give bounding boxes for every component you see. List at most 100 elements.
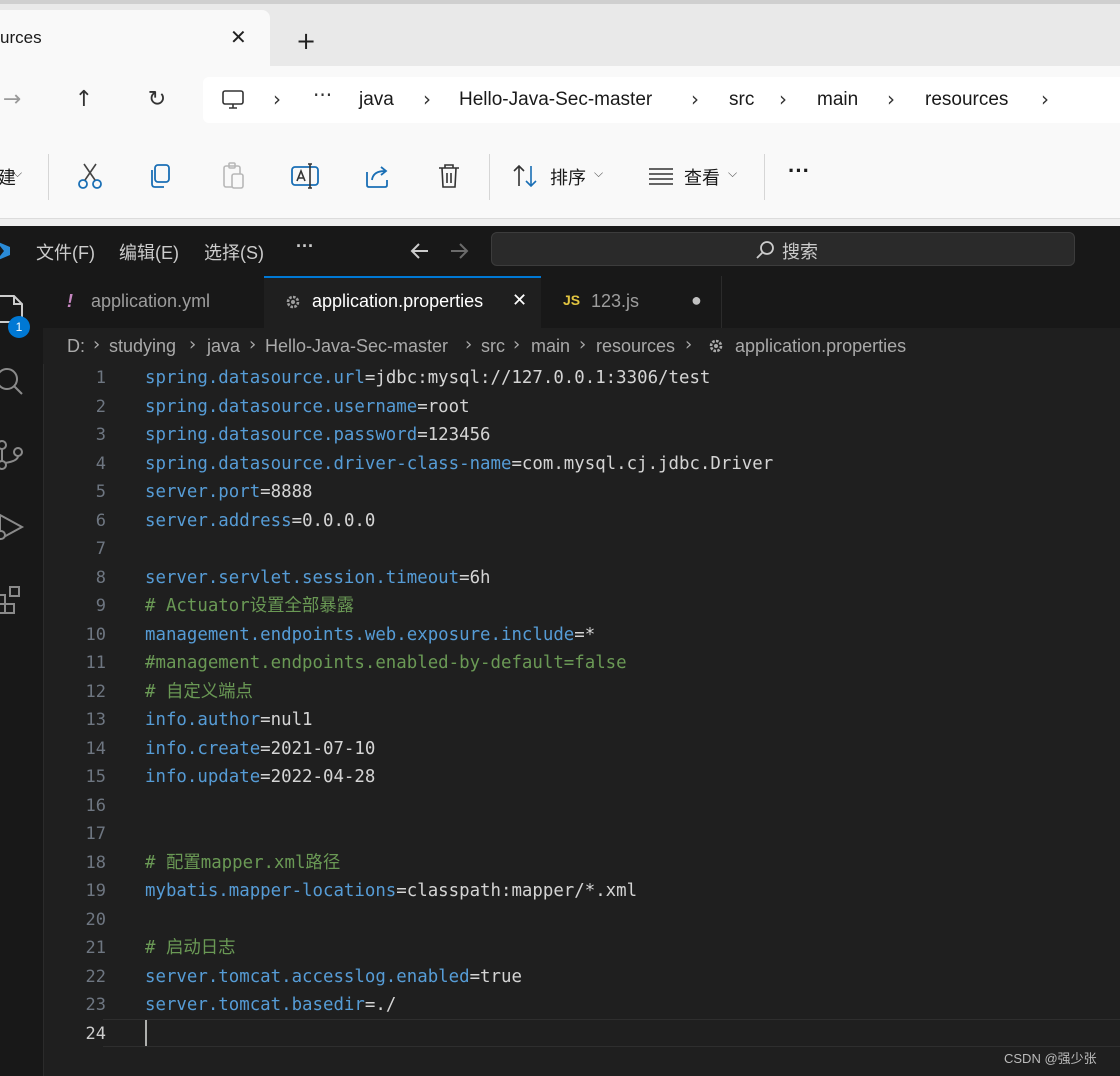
arrow-right-icon[interactable] [447,240,471,262]
code-line[interactable]: 19 mybatis.mapper-locations=classpath:map… [43,877,1120,905]
comment: #management.endpoints.enabled-by-default… [145,653,627,673]
line-content: info.author=nul1 [145,706,313,734]
code-line[interactable]: 12 # 自定义端点 [43,678,1120,706]
explorer-tab-resources[interactable]: urces ✕ [0,10,270,72]
code-line[interactable]: 2 spring.datasource.username=root [43,393,1120,421]
activity-bar: 1 [0,276,44,1076]
cut-icon[interactable] [72,158,108,194]
arrow-left-icon[interactable] [408,240,432,262]
delete-icon[interactable] [431,158,467,194]
run-debug-icon[interactable] [0,510,26,544]
code-editor[interactable]: 1 spring.datasource.url=jdbc:mysql://127.… [43,364,1120,1076]
menu-selection[interactable]: 选择(S) [204,239,264,265]
see-more-button[interactable]: ··· [788,158,810,184]
property-key: info.update [145,767,261,787]
tab-application-yml[interactable]: ! application.yml [43,276,265,328]
tab-label: application.properties [312,291,484,311]
code-line[interactable]: 14 info.create=2021-07-10 [43,735,1120,763]
rename-icon[interactable] [287,158,323,194]
property-value: =123456 [417,425,491,445]
code-line[interactable]: 9 # Actuator设置全部暴露 [43,592,1120,620]
forward-arrow-icon[interactable]: → [0,82,30,118]
sort-icon[interactable] [508,158,544,194]
close-icon[interactable]: ✕ [230,25,247,49]
line-number: 24 [85,1023,106,1044]
search-sidebar-icon[interactable] [0,364,26,398]
code-line[interactable]: 11 #management.endpoints.enabled-by-defau… [43,649,1120,677]
code-line[interactable]: 20 [43,906,1120,934]
explorer-tab-title: urces [0,28,42,47]
breadcrumb-main[interactable]: main [531,336,570,357]
line-content: server.tomcat.basedir=./ [145,991,396,1019]
property-key: spring.datasource.password [145,425,418,445]
code-line[interactable]: 10 management.endpoints.web.exposure.incl… [43,621,1120,649]
command-center-search[interactable]: 搜索 [491,232,1075,266]
property-value: =6h [459,567,491,588]
code-line[interactable]: 21 # 启动日志 [43,934,1120,962]
code-line[interactable]: 3 spring.datasource.password=123456 [43,421,1120,449]
vscode-logo-icon [0,242,10,260]
code-line[interactable]: 15 info.update=2022-04-28 [43,763,1120,791]
menu-edit[interactable]: 编辑(E) [119,239,179,265]
address-bar[interactable]: › ··· java › Hello-Java-Sec-master › src… [203,77,1120,123]
chevron-right-icon: › [465,334,473,355]
code-line[interactable]: 13 info.author=nul1 [43,706,1120,734]
code-line[interactable]: 22 server.tomcat.accesslog.enabled=true [43,963,1120,991]
watermark: CSDN @强少张 [1004,1051,1097,1066]
tab-application-properties[interactable]: application.properties ✕ [264,276,541,328]
menu-more-button[interactable]: ··· [296,236,314,257]
view-button[interactable]: 查看 [684,164,720,190]
toolbar-divider [489,154,490,200]
breadcrumb-d-drive[interactable]: D: [67,336,85,357]
breadcrumb-application-properties[interactable]: application.properties [735,336,906,357]
breadcrumb-studying[interactable]: studying [109,336,176,357]
line-number: 20 [85,909,106,930]
refresh-icon[interactable]: ↻ [139,82,175,118]
close-icon[interactable]: ✕ [512,290,527,311]
breadcrumb-resources[interactable]: resources [925,89,1008,111]
chevron-right-icon: › [249,334,257,355]
chevron-right-icon: › [579,334,587,355]
code-line[interactable]: 5 server.port=8888 [43,478,1120,506]
sort-button[interactable]: 排序 [550,164,586,190]
breadcrumb-hello-java-sec-master[interactable]: Hello-Java-Sec-master [265,336,448,357]
copy-icon[interactable] [143,158,179,194]
tab-123-js[interactable]: JS 123.js ● [541,276,722,328]
code-line[interactable]: 6 server.address=0.0.0.0 [43,507,1120,535]
code-line[interactable]: 7 [43,535,1120,563]
code-line[interactable]: 8 server.servlet.session.timeout=6h [43,564,1120,592]
line-number: 16 [85,795,106,816]
view-icon[interactable] [643,158,679,194]
code-line[interactable]: 17 [43,820,1120,848]
line-content: info.update=2022-04-28 [145,763,375,791]
javascript-file-icon: JS [563,292,581,308]
line-content: spring.datasource.driver-class-name=com.… [145,450,773,478]
line-number: 10 [85,624,106,645]
unsaved-dot-icon[interactable]: ● [691,290,702,311]
breadcrumb-java[interactable]: java [359,89,394,111]
menu-file[interactable]: 文件(F) [36,239,95,265]
chevron-down-icon: ⌵ [594,166,604,180]
breadcrumb-src[interactable]: src [729,89,754,111]
new-tab-button[interactable]: + [296,28,316,54]
extensions-icon[interactable] [0,582,26,616]
share-icon[interactable] [359,158,395,194]
up-arrow-icon[interactable]: ↑ [66,82,102,118]
line-content: spring.datasource.password=123456 [145,421,491,449]
editor-breadcrumbs: D: › studying › java › Hello-Java-Sec-ma… [43,328,1120,364]
code-line[interactable]: 16 [43,792,1120,820]
breadcrumb-hello-java-sec-master[interactable]: Hello-Java-Sec-master [459,89,652,111]
breadcrumb-main[interactable]: main [817,89,858,111]
code-line[interactable]: 4 spring.datasource.driver-class-name=com… [43,450,1120,478]
line-number: 17 [85,824,106,844]
code-line[interactable]: 24 [43,1020,1120,1048]
breadcrumb-src[interactable]: src [481,336,505,357]
paste-icon[interactable] [215,158,251,194]
code-line[interactable]: 1 spring.datasource.url=jdbc:mysql://127.… [43,364,1120,392]
code-line[interactable]: 23 server.tomcat.basedir=./ [43,991,1120,1019]
source-control-icon[interactable] [0,438,26,472]
breadcrumb-resources[interactable]: resources [596,336,675,357]
code-line[interactable]: 18 # 配置mapper.xml路径 [43,849,1120,877]
breadcrumb-java[interactable]: java [207,336,240,357]
more-breadcrumbs-icon[interactable]: ··· [313,83,332,107]
